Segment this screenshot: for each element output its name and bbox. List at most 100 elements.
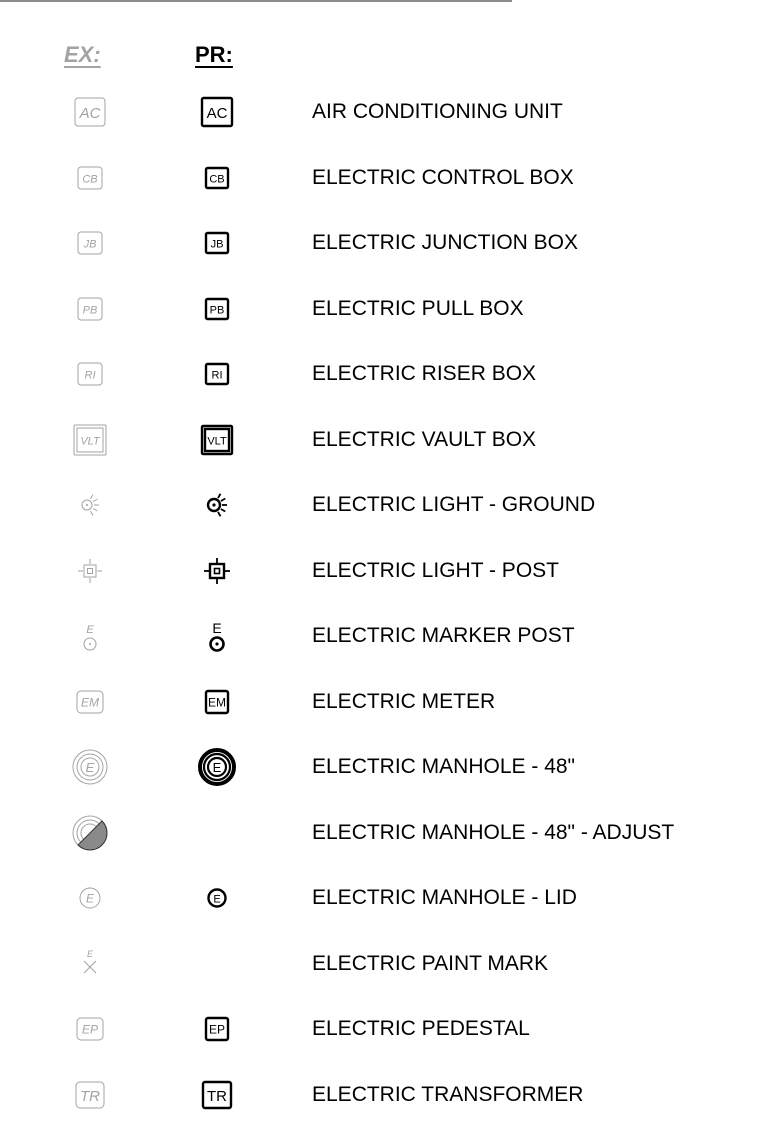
symbol-code-label: CB	[209, 173, 224, 185]
legend-description: ELECTRIC TRANSFORMER	[312, 1082, 584, 1106]
symbol-code-label: E	[86, 760, 95, 775]
legend-row: ELECTRIC MANHOLE - 48" - ADJUST	[0, 801, 759, 865]
legend-row: E E ELECTRIC MANHOLE - 48"	[0, 735, 759, 799]
legend-description: ELECTRIC VAULT BOX	[312, 427, 537, 451]
proposed-marker-post-icon: E	[209, 620, 225, 652]
proposed-symbol-cell: JB	[177, 211, 257, 275]
existing-post-light-icon	[78, 558, 102, 583]
symbol-code-label: E	[212, 620, 221, 636]
proposed-box-icon: RI	[204, 362, 230, 386]
existing-symbol-cell: E	[50, 604, 130, 668]
symbol-code-label: RI	[85, 370, 96, 382]
symbol-code-label: JB	[211, 239, 224, 251]
existing-box-icon: AC	[74, 97, 106, 127]
existing-symbol-cell: EP	[50, 997, 130, 1061]
symbol-code-label: EM	[208, 695, 226, 709]
legend-row: JB JB ELECTRIC JUNCTION BOX	[0, 211, 759, 275]
legend-description: ELECTRIC MANHOLE - 48"	[312, 755, 576, 778]
existing-symbol-cell: PB	[50, 277, 130, 341]
legend-description: ELECTRIC MANHOLE - 48" - ADJUST	[312, 820, 675, 844]
existing-manhole-icon: E	[72, 749, 108, 785]
legend-row: EM EM ELECTRIC METER	[0, 670, 759, 734]
existing-symbol-cell	[50, 539, 130, 603]
symbol-code-label: RI	[212, 370, 223, 382]
legend-description: ELECTRIC JUNCTION BOX	[312, 231, 579, 254]
proposed-column-header: PR:	[195, 42, 233, 67]
existing-symbol-cell	[50, 473, 130, 537]
legend-description: ELECTRIC LIGHT - GROUND	[312, 493, 596, 516]
symbol-code-label: PB	[210, 304, 225, 316]
legend-description: AIR CONDITIONING UNIT	[312, 100, 563, 123]
proposed-meter-icon: EM	[204, 689, 230, 714]
legend-description: ELECTRIC MANHOLE - LID	[312, 886, 577, 909]
legend-description: ELECTRIC RISER BOX	[312, 362, 537, 385]
existing-symbol-cell: CB	[50, 146, 130, 210]
symbol-code-label: PB	[83, 304, 98, 316]
existing-box-icon: RI	[77, 362, 103, 386]
proposed-ground-light-icon	[206, 493, 227, 517]
proposed-symbol-cell	[177, 539, 257, 603]
existing-vault-box-icon: VLT	[73, 424, 107, 455]
legend-row: E E ELECTRIC MARKER POST	[0, 604, 759, 668]
legend-description: ELECTRIC PEDESTAL	[312, 1017, 530, 1040]
proposed-symbol-cell: PB	[177, 277, 257, 341]
existing-marker-post-icon: E	[83, 624, 97, 651]
existing-symbol-cell: EM	[50, 670, 130, 734]
legend-row: RI RI ELECTRIC RISER BOX	[0, 342, 759, 406]
legend-row: CB CB ELECTRIC CONTROL BOX	[0, 146, 759, 210]
symbol-code-label: VLT	[207, 435, 227, 447]
symbol-code-label: AC	[207, 105, 228, 122]
symbol-code-label: E	[86, 892, 95, 906]
proposed-symbol-cell: CB	[177, 146, 257, 210]
existing-symbol-cell: RI	[50, 342, 130, 406]
proposed-symbol-cell	[177, 801, 257, 865]
symbol-code-label: AC	[79, 105, 101, 122]
existing-box-icon: PB	[77, 297, 103, 320]
proposed-symbol-cell: VLT	[177, 408, 257, 472]
proposed-post-light-icon	[204, 557, 230, 584]
proposed-symbol-cell	[177, 932, 257, 996]
proposed-symbol-cell: EP	[177, 997, 257, 1061]
legend-row: VLT VLT ELECTRIC VAULT BOX	[0, 408, 759, 472]
legend-description: ELECTRIC LIGHT - POST	[312, 558, 559, 582]
top-divider	[0, 0, 512, 2]
proposed-transformer-icon: TR	[201, 1080, 233, 1109]
legend-description: ELECTRIC CONTROL BOX	[312, 165, 574, 189]
symbol-code-label: E	[213, 894, 220, 906]
proposed-pedestal-icon: EP	[204, 1016, 230, 1042]
legend-row: TR TR ELECTRIC TRANSFORMER	[0, 1063, 759, 1127]
proposed-symbol-cell: E	[177, 866, 257, 930]
legend-description: ELECTRIC MARKER POST	[312, 624, 575, 647]
symbol-code-label: EM	[81, 695, 99, 709]
proposed-symbol-cell: RI	[177, 342, 257, 406]
legend-description: ELECTRIC METER	[312, 689, 496, 713]
proposed-symbol-cell: TR	[177, 1063, 257, 1127]
symbol-code-label: TR	[80, 1088, 100, 1105]
existing-box-icon: CB	[77, 166, 103, 189]
legend-row: ELECTRIC LIGHT - GROUND	[0, 473, 759, 537]
legend-row: E ELECTRIC PAINT MARK	[0, 932, 759, 996]
symbol-code-label: E	[213, 760, 222, 775]
symbol-code-label: EP	[209, 1023, 225, 1037]
existing-manhole-adjust-icon	[72, 815, 108, 850]
symbol-code-label: EP	[82, 1023, 98, 1037]
proposed-box-icon: JB	[204, 231, 230, 255]
existing-box-icon: JB	[77, 231, 103, 255]
proposed-box-icon: AC	[200, 96, 234, 128]
proposed-box-icon: PB	[204, 297, 230, 320]
existing-pedestal-icon: EP	[76, 1017, 104, 1041]
legend-row: ELECTRIC LIGHT - POST	[0, 539, 759, 603]
proposed-manhole-icon: E	[198, 748, 236, 786]
existing-symbol-cell: AC	[50, 80, 130, 144]
symbol-code-label: E	[87, 949, 94, 959]
proposed-box-icon: CB	[204, 166, 230, 189]
symbol-code-label: JB	[83, 239, 97, 251]
existing-column-header: EX:	[64, 42, 101, 67]
proposed-manhole-lid-icon: E	[207, 888, 227, 908]
legend-description: ELECTRIC PAINT MARK	[312, 951, 549, 975]
legend-description: ELECTRIC PULL BOX	[312, 296, 524, 320]
existing-manhole-lid-icon: E	[79, 887, 101, 909]
proposed-symbol-cell: EM	[177, 670, 257, 734]
legend-row: E E ELECTRIC MANHOLE - LID	[0, 866, 759, 930]
existing-meter-icon: EM	[76, 690, 104, 713]
